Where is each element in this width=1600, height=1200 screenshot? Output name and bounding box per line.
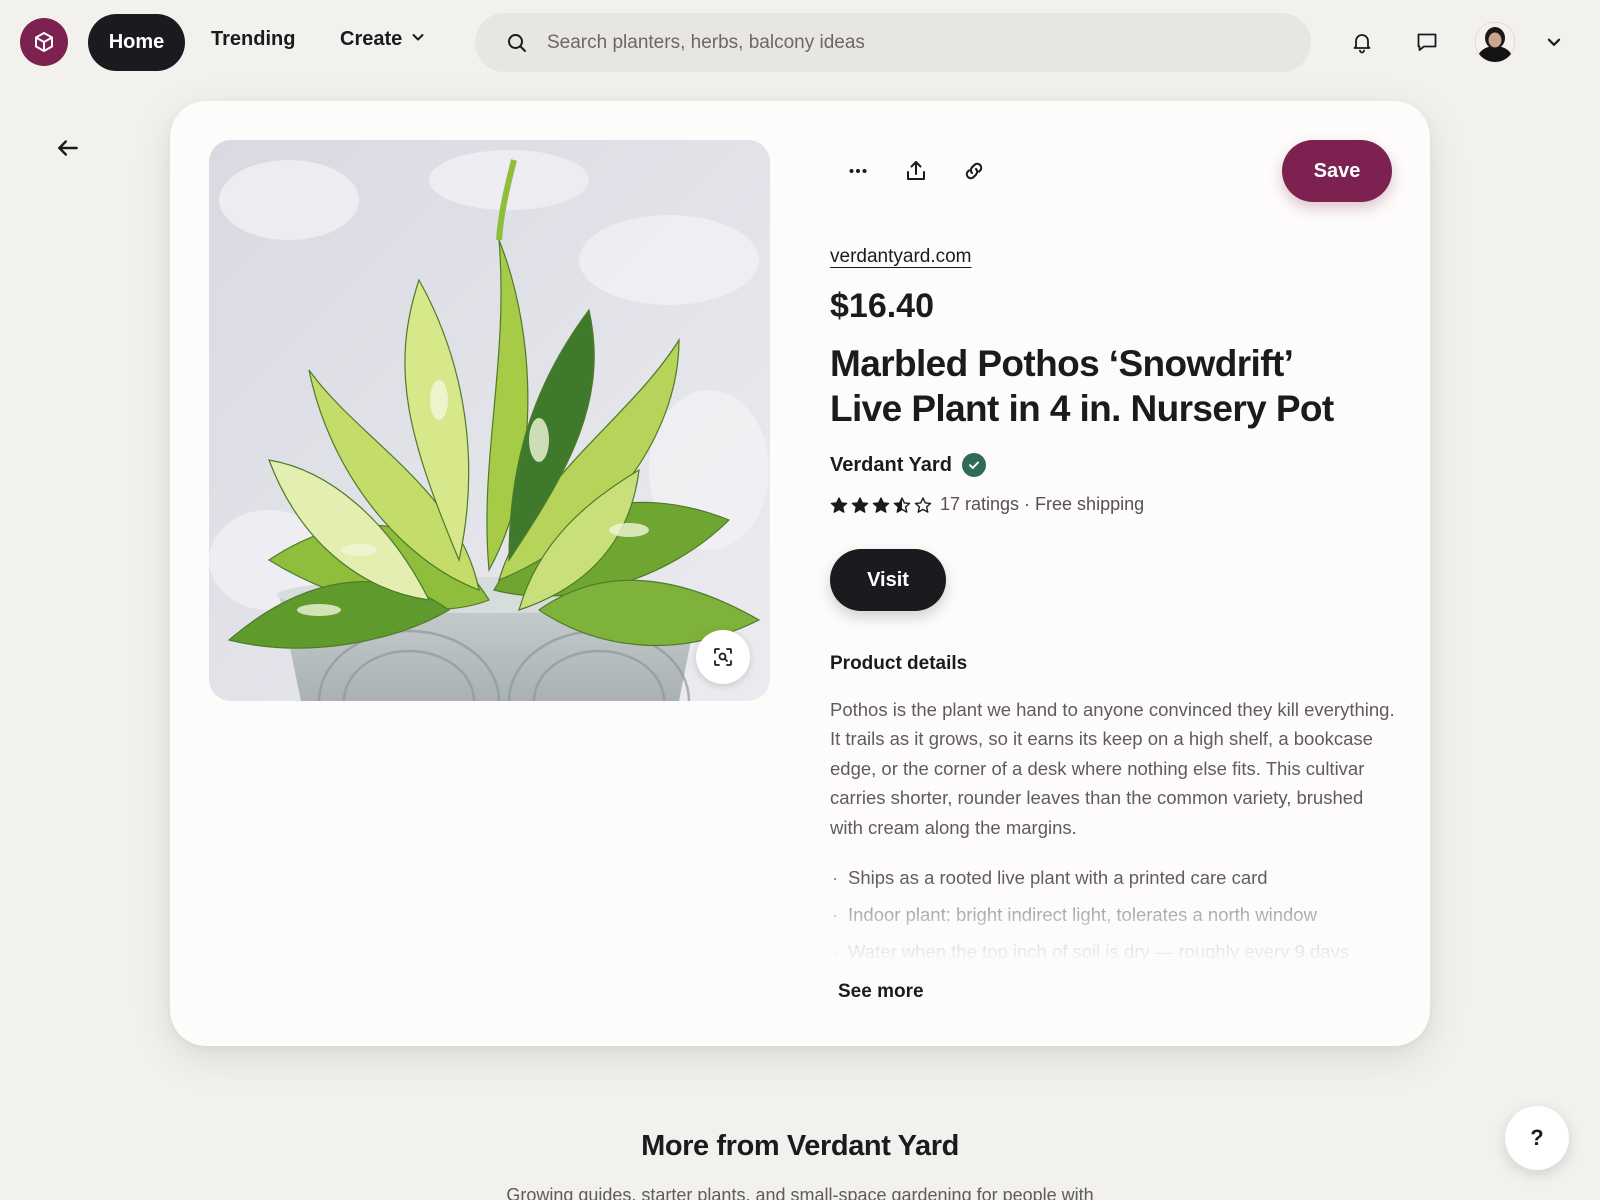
product-details-bullets: Ships as a rooted live plant with a prin… <box>830 859 1395 959</box>
star-filled-icon <box>872 496 890 513</box>
star-filled-icon <box>830 496 848 513</box>
save-button[interactable]: Save <box>1282 140 1392 202</box>
star-rating <box>830 496 932 514</box>
more-from-seller-subtitle: Growing guides, starter plants, and smal… <box>506 1185 1094 1200</box>
list-item: Indoor plant: bright indirect light, tol… <box>830 896 1395 933</box>
cube-logo-icon[interactable] <box>20 18 68 66</box>
bell-icon[interactable] <box>1348 28 1376 56</box>
arrow-left-icon[interactable] <box>52 132 84 164</box>
avatar[interactable] <box>1475 22 1515 62</box>
search-icon <box>505 31 529 55</box>
product-details-heading: Product details <box>830 653 968 674</box>
nav-create-dropdown[interactable]: Create <box>340 28 426 51</box>
seller-name: Verdant Yard <box>830 453 952 476</box>
seller-profile-link[interactable]: Verdant Yard <box>830 453 986 477</box>
check-badge-icon <box>961 453 986 477</box>
product-title: Marbled Pothos ‘Snowdrift’ Live Plant in… <box>830 343 1334 429</box>
nav-home-button[interactable]: Home <box>88 14 185 71</box>
chevron-down-icon[interactable] <box>1540 28 1568 56</box>
list-item: Ships as a rooted live plant with a prin… <box>830 859 1395 896</box>
product-details-text: Pothos is the plant we hand to anyone co… <box>830 699 1395 838</box>
visit-button[interactable]: Visit <box>830 549 946 611</box>
ellipsis-icon[interactable] <box>842 155 874 187</box>
nav-create-label: Create <box>340 28 403 50</box>
product-price: $16.40 <box>830 287 934 325</box>
help-button[interactable]: ? <box>1505 1106 1569 1170</box>
star-empty-icon <box>914 496 932 513</box>
link-icon[interactable] <box>958 155 990 187</box>
nav-trending-link[interactable]: Trending <box>211 28 295 51</box>
chat-bubble-icon[interactable] <box>1413 28 1441 56</box>
star-half-icon <box>893 496 911 513</box>
see-more-button[interactable]: See more <box>838 981 924 1003</box>
product-card: Save verdantyard.com $16.40 Marbled Poth… <box>170 101 1430 1046</box>
nav-trending-label: Trending <box>211 28 296 50</box>
search-bar[interactable] <box>475 13 1311 72</box>
more-from-seller-heading: More from Verdant Yard <box>641 1130 959 1162</box>
ratings-text: 17 ratings · Free shipping <box>940 494 1145 514</box>
share-icon[interactable] <box>900 155 932 187</box>
source-domain-link[interactable]: verdantyard.com <box>830 246 972 268</box>
rating-row: 17 ratings · Free shipping <box>830 494 1144 515</box>
lens-icon[interactable] <box>696 630 750 684</box>
top-navigation-bar: Home Trending Create <box>0 0 1600 85</box>
search-input[interactable] <box>547 13 1287 72</box>
list-item: Water when the top inch of soil is dry —… <box>830 933 1395 959</box>
star-filled-icon <box>851 496 869 513</box>
product-image[interactable] <box>209 140 770 701</box>
chevron-down-icon <box>410 28 426 51</box>
